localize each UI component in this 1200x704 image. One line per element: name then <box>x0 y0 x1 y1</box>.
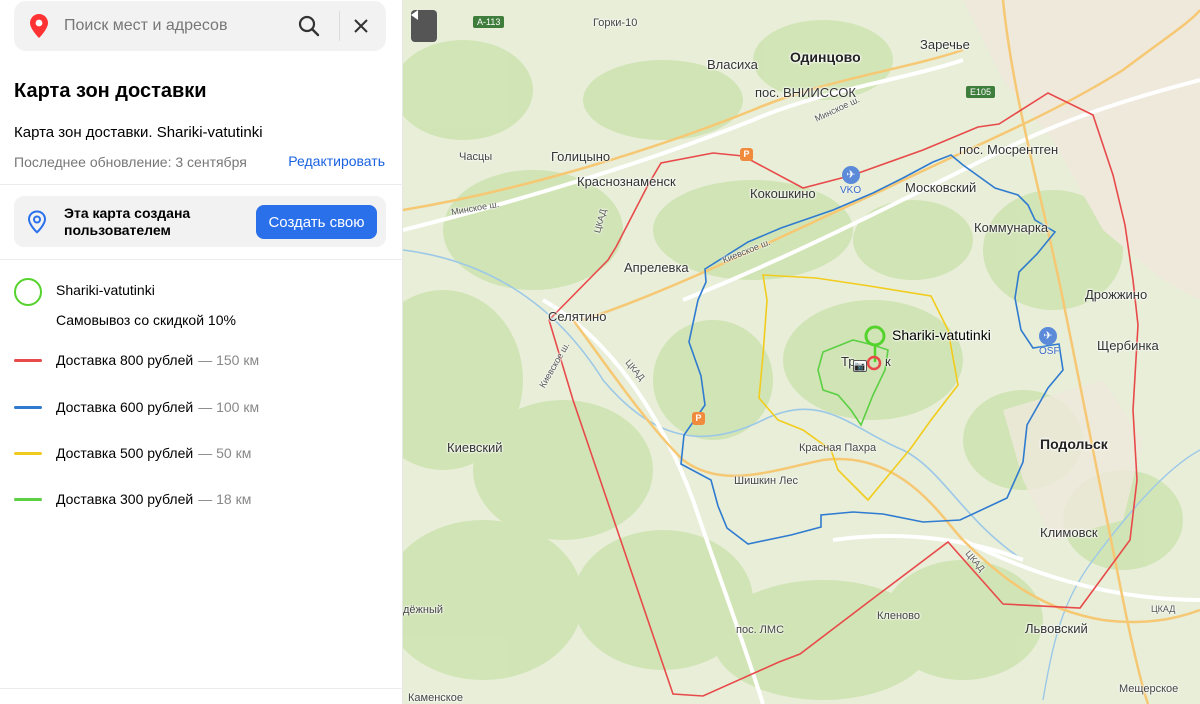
place-label: Горки-10 <box>593 17 638 29</box>
place-label: Часцы <box>459 151 493 163</box>
map-subtitle: Карта зон доставки. Shariki-vatutinki <box>14 124 263 141</box>
fuel-station-icon[interactable]: P <box>740 148 753 161</box>
place-label: Кокошкино <box>750 186 816 201</box>
user-created-notice: Эта карта создана пользователем Создать … <box>14 196 386 247</box>
green-ring-icon <box>14 278 42 306</box>
place-label: Власиха <box>707 57 758 72</box>
divider <box>0 688 403 689</box>
collapse-panel-button[interactable] <box>411 10 437 42</box>
zone-distance: — 150 км <box>198 352 260 368</box>
place-label: Климовск <box>1040 525 1098 540</box>
edit-link[interactable]: Редактировать <box>288 153 385 169</box>
place-label: Киевский <box>447 440 503 455</box>
legend-zone-300[interactable]: Доставка 300 рублей — 18 км <box>14 489 251 509</box>
zone-label: Доставка 300 рублей <box>56 491 194 507</box>
zone-distance: — 50 км <box>198 445 252 461</box>
airport-label-vko: VKO <box>840 185 862 196</box>
place-label: Апрелевка <box>624 260 689 275</box>
last-updated: Последнее обновление: 3 сентября <box>14 154 247 170</box>
legend-zone-600[interactable]: Доставка 600 рублей — 100 км <box>14 397 259 417</box>
place-label: Шишкин Лес <box>734 475 798 487</box>
place-label: Каменское <box>408 692 463 704</box>
red-line-icon <box>14 358 42 362</box>
fuel-station-icon[interactable]: P <box>692 412 705 425</box>
airport-label-osf: OSF <box>1039 346 1060 357</box>
place-label: дёжный <box>403 604 444 616</box>
map-pin-icon <box>14 1 64 51</box>
legend-zone-500[interactable]: Доставка 500 рублей — 50 км <box>14 443 251 463</box>
location-pin-icon <box>27 210 47 239</box>
place-label: Подольск <box>1040 436 1108 452</box>
place-label: Заречье <box>920 37 970 52</box>
legend-zone-800[interactable]: Доставка 800 рублей — 150 км <box>14 350 259 370</box>
map-graphics <box>403 0 1200 704</box>
close-icon[interactable] <box>338 1 384 51</box>
legend-point-name: Shariki-vatutinki <box>56 282 155 298</box>
place-label: Мещерское <box>1119 683 1179 695</box>
map-canvas[interactable]: А-113 E105 Минское ш. Минское ш. Киевско… <box>403 0 1200 704</box>
place-label: Львовский <box>1025 621 1088 636</box>
zone-distance: — 18 км <box>198 491 252 507</box>
airport-icon[interactable]: ✈ <box>1039 327 1057 345</box>
zone-distance: — 100 км <box>198 399 260 415</box>
airport-icon[interactable]: ✈ <box>842 166 860 184</box>
place-label: Московский <box>905 180 977 195</box>
place-label: Голицыно <box>551 149 611 164</box>
page-title: Карта зон доставки <box>14 80 207 102</box>
place-label: пос. Мосрентген <box>959 142 1059 157</box>
place-label: к <box>885 354 891 369</box>
yellow-line-icon <box>14 451 42 455</box>
place-label: Одинцово <box>790 49 861 65</box>
place-label: пос. ВНИИССОК <box>755 85 856 100</box>
create-own-button[interactable]: Создать свою <box>256 205 377 239</box>
sidebar-panel: Карта зон доставки Карта зон доставки. S… <box>0 0 403 704</box>
delivery-point-label[interactable]: Shariki-vatutinki <box>892 327 991 343</box>
legend-point-desc: Самовывоз со скидкой 10% <box>56 312 236 328</box>
place-label: Селятино <box>548 309 607 324</box>
place-label: Дрожжино <box>1085 287 1148 302</box>
user-created-text: Эта карта создана пользователем <box>64 205 191 238</box>
place-label: Кленово <box>877 610 920 622</box>
place-label: Щербинка <box>1097 338 1159 353</box>
divider <box>0 184 403 185</box>
road-shield-e105: E105 <box>966 86 996 98</box>
divider <box>0 259 403 260</box>
place-label: Коммунарка <box>974 220 1049 235</box>
green-line-icon <box>14 497 42 501</box>
blue-line-icon <box>14 405 42 409</box>
search-icon[interactable] <box>286 1 332 51</box>
zone-label: Доставка 600 рублей <box>56 399 194 415</box>
zone-label: Доставка 500 рублей <box>56 445 194 461</box>
zone-label: Доставка 800 рублей <box>56 352 194 368</box>
place-label: Краснознаменск <box>577 174 676 189</box>
road-label-tskad: ЦКАД <box>1151 604 1176 614</box>
chevron-left-icon <box>411 10 418 20</box>
place-label: пос. ЛМС <box>736 624 785 636</box>
search-input[interactable] <box>64 11 284 41</box>
road-shield-a113: А-113 <box>473 16 505 28</box>
search-bar <box>14 1 386 51</box>
camera-icon[interactable]: 📷 <box>853 360 867 372</box>
place-label: Красная Пахра <box>799 442 877 454</box>
